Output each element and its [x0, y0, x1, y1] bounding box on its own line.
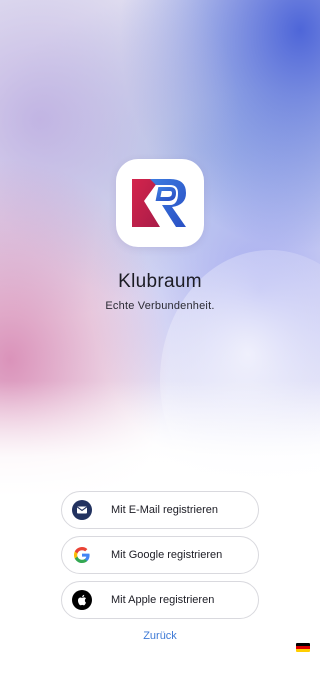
register-google-button[interactable]: Mit Google registrieren [61, 536, 259, 574]
register-apple-label: Mit Apple registrieren [111, 594, 215, 606]
register-google-label: Mit Google registrieren [111, 549, 223, 561]
apple-icon [72, 590, 92, 610]
app-name: Klubraum [118, 271, 202, 292]
register-email-button[interactable]: Mit E-Mail registrieren [61, 491, 259, 529]
app-tagline: Echte Verbundenheit. [105, 300, 215, 312]
klubraum-kr-logo-icon [132, 179, 186, 227]
mail-icon [72, 500, 92, 520]
register-apple-button[interactable]: Mit Apple registrieren [61, 581, 259, 619]
back-link[interactable]: Zurück [0, 630, 320, 642]
app-logo [116, 159, 204, 247]
german-flag-icon[interactable] [296, 643, 310, 652]
google-icon [72, 545, 92, 565]
register-email-label: Mit E-Mail registrieren [111, 504, 218, 516]
